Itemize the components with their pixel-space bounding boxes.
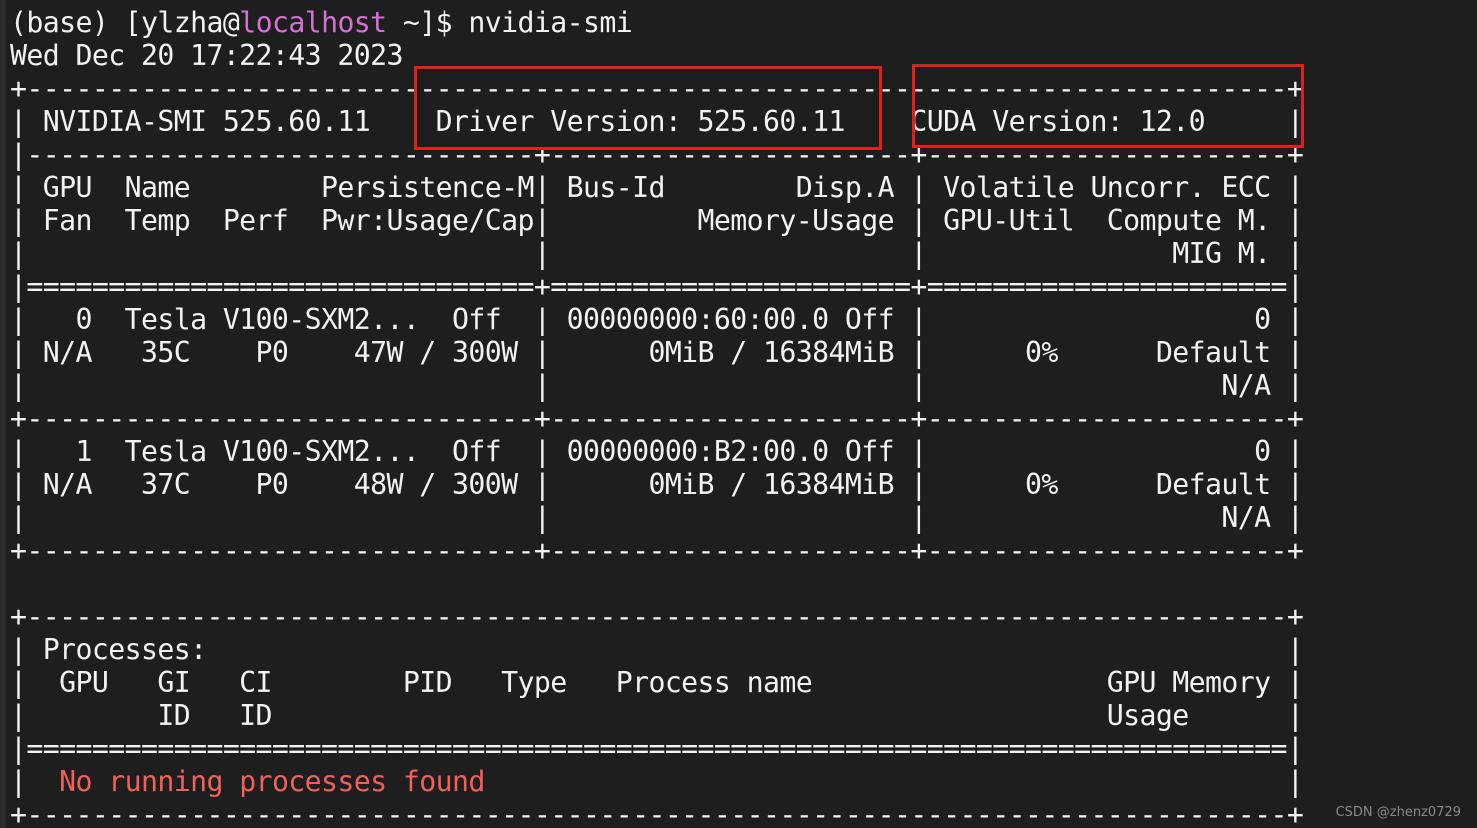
gpu1-row-3: | | | N/A | xyxy=(10,501,1304,534)
processes-row: | No running processes found | xyxy=(10,765,1304,798)
prompt-host: localhost xyxy=(239,6,387,39)
no-processes-message: No running processes found xyxy=(59,765,485,798)
processes-header-2: | ID ID Usage | xyxy=(10,699,1304,732)
prompt-env: (base) xyxy=(10,6,109,39)
smi-column-header-3: | | | MIG M. | xyxy=(10,237,1304,270)
processes-row-prefix: | xyxy=(10,765,60,798)
gpu0-row-2: | N/A 35C P0 47W / 300W | 0MiB / 16384Mi… xyxy=(10,336,1304,369)
processes-border-top: +---------------------------------------… xyxy=(10,600,1304,633)
processes-title: | Processes: | xyxy=(10,633,1304,666)
gpu0-row-1: | 0 Tesla V100-SXM2... Off | 00000000:60… xyxy=(10,303,1304,336)
smi-separator-equal: |===============================+=======… xyxy=(10,270,1304,303)
gpu1-row-2: | N/A 37C P0 48W / 300W | 0MiB / 16384Mi… xyxy=(10,468,1304,501)
cuda-version-highlight-box xyxy=(912,64,1304,148)
smi-border-bottom: +-------------------------------+-------… xyxy=(10,534,1304,567)
prompt-line: (base) [ylzha@localhost ~]$ nvidia-smi xyxy=(10,6,633,39)
prompt-command: ~]$ nvidia-smi xyxy=(386,6,633,39)
timestamp-line: Wed Dec 20 17:22:43 2023 xyxy=(10,39,403,72)
smi-column-header-2: | Fan Temp Perf Pwr:Usage/Cap| Memory-Us… xyxy=(10,204,1304,237)
driver-version-highlight-box xyxy=(414,66,882,150)
smi-column-header-1: | GPU Name Persistence-M| Bus-Id Disp.A … xyxy=(10,171,1304,204)
watermark: CSDN @zhenz0729 xyxy=(1335,805,1461,820)
prompt-bracket: [ xyxy=(124,6,142,39)
terminal-window[interactable]: (base) [ylzha@localhost ~]$ nvidia-smi W… xyxy=(0,0,1477,828)
gpu1-row-1: | 1 Tesla V100-SXM2... Off | 00000000:B2… xyxy=(10,435,1304,468)
gpu0-row-3: | | | N/A | xyxy=(10,369,1304,402)
processes-row-suffix: | xyxy=(484,765,1304,798)
processes-header-1: | GPU GI CI PID Type Process name GPU Me… xyxy=(10,666,1304,699)
processes-separator-equal: |=======================================… xyxy=(10,732,1304,765)
terminal-left-edge xyxy=(0,0,6,828)
processes-border-bottom: +---------------------------------------… xyxy=(10,798,1304,828)
smi-separator-plus: +-------------------------------+-------… xyxy=(10,402,1304,435)
prompt-user: ylzha@ xyxy=(140,6,240,39)
